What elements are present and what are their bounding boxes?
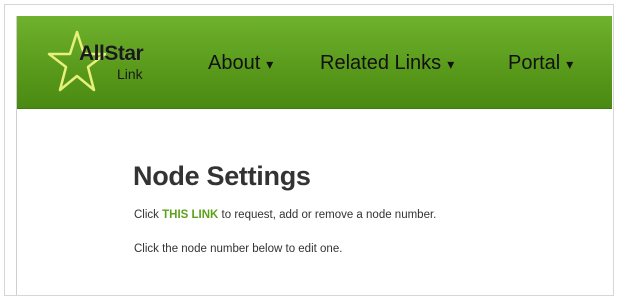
caret-down-icon: ▾: [566, 56, 574, 72]
navbar: AllStar Link About ▾ Related Links ▾ Porta…: [17, 16, 612, 109]
page-viewport: AllStar Link About ▾ Related Links ▾ Porta…: [16, 16, 612, 295]
logo-wordmark: AllStar: [79, 42, 144, 65]
caret-down-icon: ▾: [447, 56, 455, 72]
request-node-text: Click THIS LINK to request, add or remov…: [134, 209, 436, 221]
nav-item-related-links[interactable]: Related Links ▾: [320, 52, 454, 75]
allstarlink-logo[interactable]: AllStar Link: [47, 30, 167, 96]
caret-down-icon: ▾: [266, 56, 274, 72]
edit-node-text: Click the node number below to edit one.: [134, 243, 343, 255]
nav-item-about[interactable]: About ▾: [208, 52, 273, 75]
nav-item-portal[interactable]: Portal ▾: [508, 52, 573, 75]
line1-prefix: Click: [134, 209, 163, 221]
nav-item-label: Related Links: [320, 52, 442, 74]
page-title: Node Settings: [133, 161, 311, 191]
nav-item-label: Portal: [508, 52, 561, 74]
nav-item-label: About: [208, 52, 261, 74]
logo-subtitle: Link: [117, 66, 143, 82]
line1-suffix: to request, add or remove a node number.: [218, 209, 437, 221]
page-frame: AllStar Link About ▾ Related Links ▾ Porta…: [4, 4, 614, 296]
this-link[interactable]: THIS LINK: [162, 209, 218, 221]
